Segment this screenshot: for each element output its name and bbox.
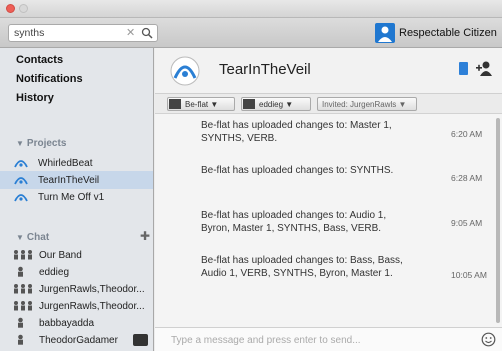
chat-section-title[interactable]: ▼ Chat xyxy=(16,232,49,243)
project-label: WhirledBeat xyxy=(38,158,93,169)
user-name: Respectable Citizen xyxy=(399,27,497,39)
project-item-turn-me-off[interactable]: Turn Me Off v1 xyxy=(0,188,153,206)
project-label: TearInTheVeil xyxy=(38,175,100,186)
chat-item-theodorgadamer[interactable]: TheodorGadamer xyxy=(0,332,153,348)
chip-label: eddieg ▼ xyxy=(259,100,294,109)
message-time: 9:05 AM xyxy=(451,218,483,228)
message-text: Be-flat has uploaded changes to: Bass, B… xyxy=(201,255,403,279)
search-input[interactable]: synths xyxy=(14,27,44,39)
sidebar: Contacts Notifications History ▼ Projects… xyxy=(0,48,154,351)
message-time: 6:28 AM xyxy=(451,173,483,183)
invited-filter[interactable]: Invited: JurgenRawls ▼ xyxy=(317,97,417,111)
chat-section-label: Chat xyxy=(26,232,50,243)
message-text: Be-flat has uploaded changes to: Audio 1… xyxy=(201,210,387,234)
collapse-triangle-icon: ▼ xyxy=(16,139,24,148)
add-chat-icon[interactable]: ✚ xyxy=(140,229,150,243)
group-icon xyxy=(12,283,34,297)
chat-item-group-1[interactable]: JurgenRawls,Theodor... xyxy=(0,281,153,297)
search-field[interactable]: synths ✕ xyxy=(8,24,158,42)
clear-search-icon[interactable]: ✕ xyxy=(126,26,135,39)
chat-label: Our Band xyxy=(39,250,82,261)
project-title: TearInTheVeil xyxy=(219,61,311,78)
message-text: Be-flat has uploaded changes to: Master … xyxy=(201,120,392,144)
project-logo-icon xyxy=(170,56,200,89)
user-avatar xyxy=(375,23,395,43)
nav-history[interactable]: History xyxy=(16,92,54,104)
nav-notifications[interactable]: Notifications xyxy=(16,73,83,85)
message-text: Be-flat has uploaded changes to: SYNTHS. xyxy=(201,165,394,176)
member-filter-eddieg[interactable]: eddieg ▼ xyxy=(241,97,311,111)
chip-label: Invited: JurgenRawls ▼ xyxy=(322,100,407,109)
chat-item-babbayadda[interactable]: babbayadda xyxy=(0,315,153,331)
group-icon xyxy=(12,249,34,263)
emoji-icon[interactable] xyxy=(481,332,496,350)
message-time: 10:05 AM xyxy=(451,270,487,280)
person-icon xyxy=(16,266,25,280)
project-item-whirledbeat[interactable]: WhirledBeat xyxy=(0,154,153,172)
chat-item-our-band[interactable]: Our Band xyxy=(0,247,153,263)
chat-item-group-2[interactable]: JurgenRawls,Theodor... xyxy=(0,298,153,314)
nav-contacts[interactable]: Contacts xyxy=(16,54,63,66)
add-user-icon[interactable] xyxy=(475,60,493,79)
message-list: Be-flat has uploaded changes to: Master … xyxy=(155,115,502,327)
message-time: 6:20 AM xyxy=(451,129,483,139)
projects-section-label: Projects xyxy=(26,138,67,149)
group-icon xyxy=(12,300,34,314)
composer xyxy=(155,327,502,351)
person-icon xyxy=(16,334,25,348)
member-avatar xyxy=(169,99,181,109)
chat-label: TheodorGadamer xyxy=(39,335,118,346)
close-window-button[interactable] xyxy=(6,4,15,13)
search-icon[interactable] xyxy=(141,27,153,42)
person-icon xyxy=(16,317,25,331)
project-header: TearInTheVeil xyxy=(155,48,502,94)
project-label: Turn Me Off v1 xyxy=(38,192,105,203)
collapse-triangle-icon: ▼ xyxy=(16,233,24,242)
projects-section-title[interactable]: ▼ Projects xyxy=(16,138,66,149)
window-titlebar xyxy=(0,0,502,18)
project-icon xyxy=(14,174,28,189)
chat-label: eddieg xyxy=(39,267,70,278)
project-item-tearintheveil[interactable]: TearInTheVeil xyxy=(0,171,153,189)
filter-bar: Be-flat ▼ eddieg ▼ Invited: JurgenRawls … xyxy=(155,94,502,114)
document-icon[interactable] xyxy=(459,62,468,75)
unread-badge xyxy=(133,334,148,346)
chat-label: JurgenRawls,Theodor... xyxy=(39,301,145,312)
message-scrollbar[interactable] xyxy=(496,118,500,323)
project-chat-panel: TearInTheVeil Be-flat ▼ eddieg ▼ Invited… xyxy=(155,48,502,351)
message-input[interactable] xyxy=(171,333,471,347)
chip-label: Be-flat ▼ xyxy=(185,100,219,109)
top-toolbar: synths ✕ Respectable Citizen xyxy=(0,18,502,48)
chat-label: babbayadda xyxy=(39,318,95,329)
chat-label: JurgenRawls,Theodor... xyxy=(39,284,145,295)
member-filter-beflat[interactable]: Be-flat ▼ xyxy=(167,97,235,111)
member-avatar xyxy=(243,99,255,109)
chat-item-eddieg[interactable]: eddieg xyxy=(0,264,153,280)
project-icon xyxy=(14,157,28,172)
minimize-window-button[interactable] xyxy=(19,4,28,13)
current-user-badge[interactable]: Respectable Citizen xyxy=(375,23,497,43)
project-icon xyxy=(14,191,28,206)
